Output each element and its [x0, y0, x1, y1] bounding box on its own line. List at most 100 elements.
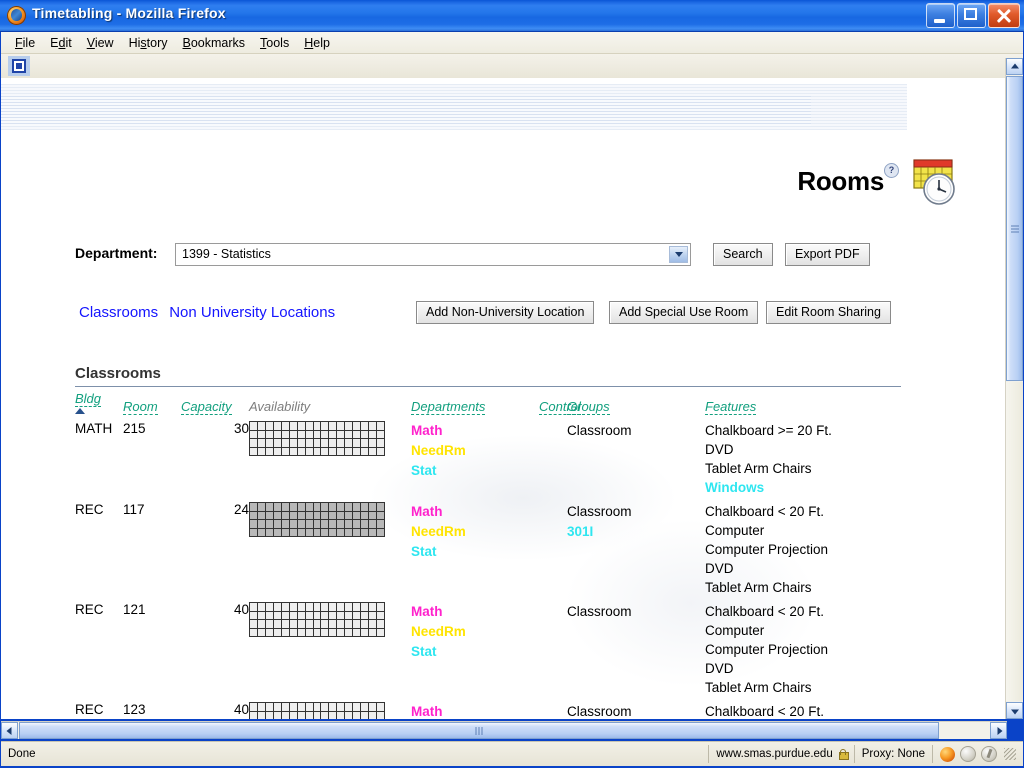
availability-cell	[321, 503, 329, 511]
feature-item: Tablet Arm Chairs	[705, 680, 812, 695]
table-row[interactable]: REC 117 24 Math NeedRm Stat Classroom 301I Chalk…	[75, 497, 915, 597]
availability-cell	[353, 503, 361, 511]
chevron-down-icon[interactable]	[669, 246, 688, 263]
bookmark-item[interactable]	[8, 56, 30, 76]
close-button[interactable]	[988, 3, 1020, 28]
table-row[interactable]: REC 123 40 MathNeedRmStat Classroom Chalkboar…	[75, 697, 915, 719]
minimize-button[interactable]	[926, 3, 955, 28]
sort-link-departments[interactable]: Departments	[411, 399, 486, 415]
add-special-use-room-button[interactable]: Add Special Use Room	[609, 301, 759, 324]
maximize-button[interactable]	[957, 3, 986, 28]
availability-cell	[329, 628, 337, 636]
firefox-status-icon[interactable]	[940, 746, 955, 762]
availability-cell	[329, 422, 337, 430]
availability-grid[interactable]	[249, 602, 385, 637]
availability-cell	[337, 447, 345, 455]
scroll-down-icon[interactable]	[1006, 702, 1023, 719]
vertical-scroll-thumb[interactable]	[1006, 76, 1023, 381]
scroll-left-icon[interactable]	[1, 722, 18, 739]
nav-link-non-university-locations[interactable]: Non University Locations	[169, 304, 335, 321]
cell-capacity: 40	[233, 702, 249, 717]
availability-grid[interactable]	[249, 421, 385, 456]
availability-cell	[265, 439, 273, 447]
availability-cell	[313, 528, 321, 536]
menu-bookmarks[interactable]: Bookmarks	[176, 34, 254, 52]
menu-history[interactable]: History	[122, 34, 176, 52]
availability-cell	[281, 611, 289, 619]
availability-cell	[313, 511, 321, 519]
sort-link-groups[interactable]: Groups	[567, 399, 610, 415]
menu-view[interactable]: View	[80, 34, 122, 52]
feature-item: Computer	[705, 523, 765, 538]
cell-bldg: REC	[75, 502, 104, 517]
availability-cell	[297, 503, 305, 511]
table-row[interactable]: REC 121 40 Math NeedRm Stat Classroom Chalkboar…	[75, 597, 915, 697]
cell-bldg: REC	[75, 602, 104, 617]
search-button[interactable]: Search	[713, 243, 773, 266]
export-pdf-button[interactable]: Export PDF	[785, 243, 870, 266]
availability-cell	[265, 430, 273, 438]
availability-cell	[305, 603, 313, 611]
group-tag: Classroom	[567, 704, 632, 719]
horizontal-scroll-thumb[interactable]	[19, 722, 939, 739]
menu-tools[interactable]: Tools	[253, 34, 297, 52]
availability-cell	[289, 620, 297, 628]
vertical-scrollbar[interactable]	[1005, 58, 1023, 719]
nav-link-classrooms[interactable]: Classrooms	[79, 304, 158, 321]
department-select[interactable]: 1399 - Statistics	[175, 243, 691, 266]
group-tag: Classroom	[567, 604, 632, 619]
availability-grid[interactable]	[249, 702, 385, 719]
availability-cell	[265, 520, 273, 528]
help-icon[interactable]: ?	[884, 163, 899, 178]
availability-cell	[257, 511, 265, 519]
section-divider	[75, 386, 901, 387]
horizontal-scrollbar[interactable]	[1, 721, 1007, 739]
sort-link-features[interactable]: Features	[705, 399, 757, 415]
cell-control	[539, 597, 567, 697]
availability-cell	[305, 430, 313, 438]
menu-help[interactable]: Help	[297, 34, 338, 52]
availability-grid[interactable]	[249, 502, 385, 537]
cell-availability	[249, 416, 411, 497]
availability-cell	[305, 528, 313, 536]
cell-control	[539, 697, 567, 719]
feature-item: DVD	[705, 661, 734, 676]
status-circle-icon[interactable]	[960, 746, 976, 762]
sort-link-room[interactable]: Room	[123, 399, 158, 415]
cell-capacity: 24	[233, 502, 249, 517]
availability-cell	[297, 620, 305, 628]
availability-cell	[289, 503, 297, 511]
availability-cell	[321, 611, 329, 619]
availability-cell	[289, 628, 297, 636]
column-header-groups: Groups	[567, 391, 705, 416]
column-header-capacity: Capacity	[181, 391, 249, 416]
scroll-right-icon[interactable]	[990, 722, 1007, 739]
availability-cell	[345, 439, 353, 447]
availability-cell	[337, 620, 345, 628]
availability-cell	[305, 439, 313, 447]
availability-cell	[297, 520, 305, 528]
availability-cell	[345, 603, 353, 611]
sort-ascending-icon	[75, 408, 85, 414]
table-header-row: Bldg Room Capacity Availability Departme…	[75, 391, 915, 416]
availability-cell	[361, 520, 369, 528]
availability-cell	[329, 503, 337, 511]
availability-cell	[369, 603, 377, 611]
sort-link-capacity[interactable]: Capacity	[181, 399, 232, 415]
edit-room-sharing-button[interactable]: Edit Room Sharing	[766, 301, 891, 324]
vertical-scroll-track[interactable]	[1006, 382, 1023, 701]
availability-cell	[377, 503, 384, 511]
availability-cell	[361, 628, 369, 636]
scroll-up-icon[interactable]	[1006, 58, 1023, 75]
availability-cell	[345, 511, 353, 519]
resize-grip-icon[interactable]	[1004, 748, 1016, 760]
table-row[interactable]: MATH 215 30 Math NeedRm Stat Classroom Chalkboa…	[75, 416, 915, 497]
menu-edit[interactable]: Edit	[43, 34, 80, 52]
add-non-university-location-button[interactable]: Add Non-University Location	[416, 301, 595, 324]
feature-item: Chalkboard < 20 Ft.	[705, 604, 824, 619]
cell-room: 117	[123, 502, 145, 517]
sort-link-bldg[interactable]: Bldg	[75, 391, 102, 407]
availability-cell	[297, 430, 305, 438]
menu-file[interactable]: File	[8, 34, 43, 52]
status-slash-icon[interactable]	[981, 746, 997, 762]
